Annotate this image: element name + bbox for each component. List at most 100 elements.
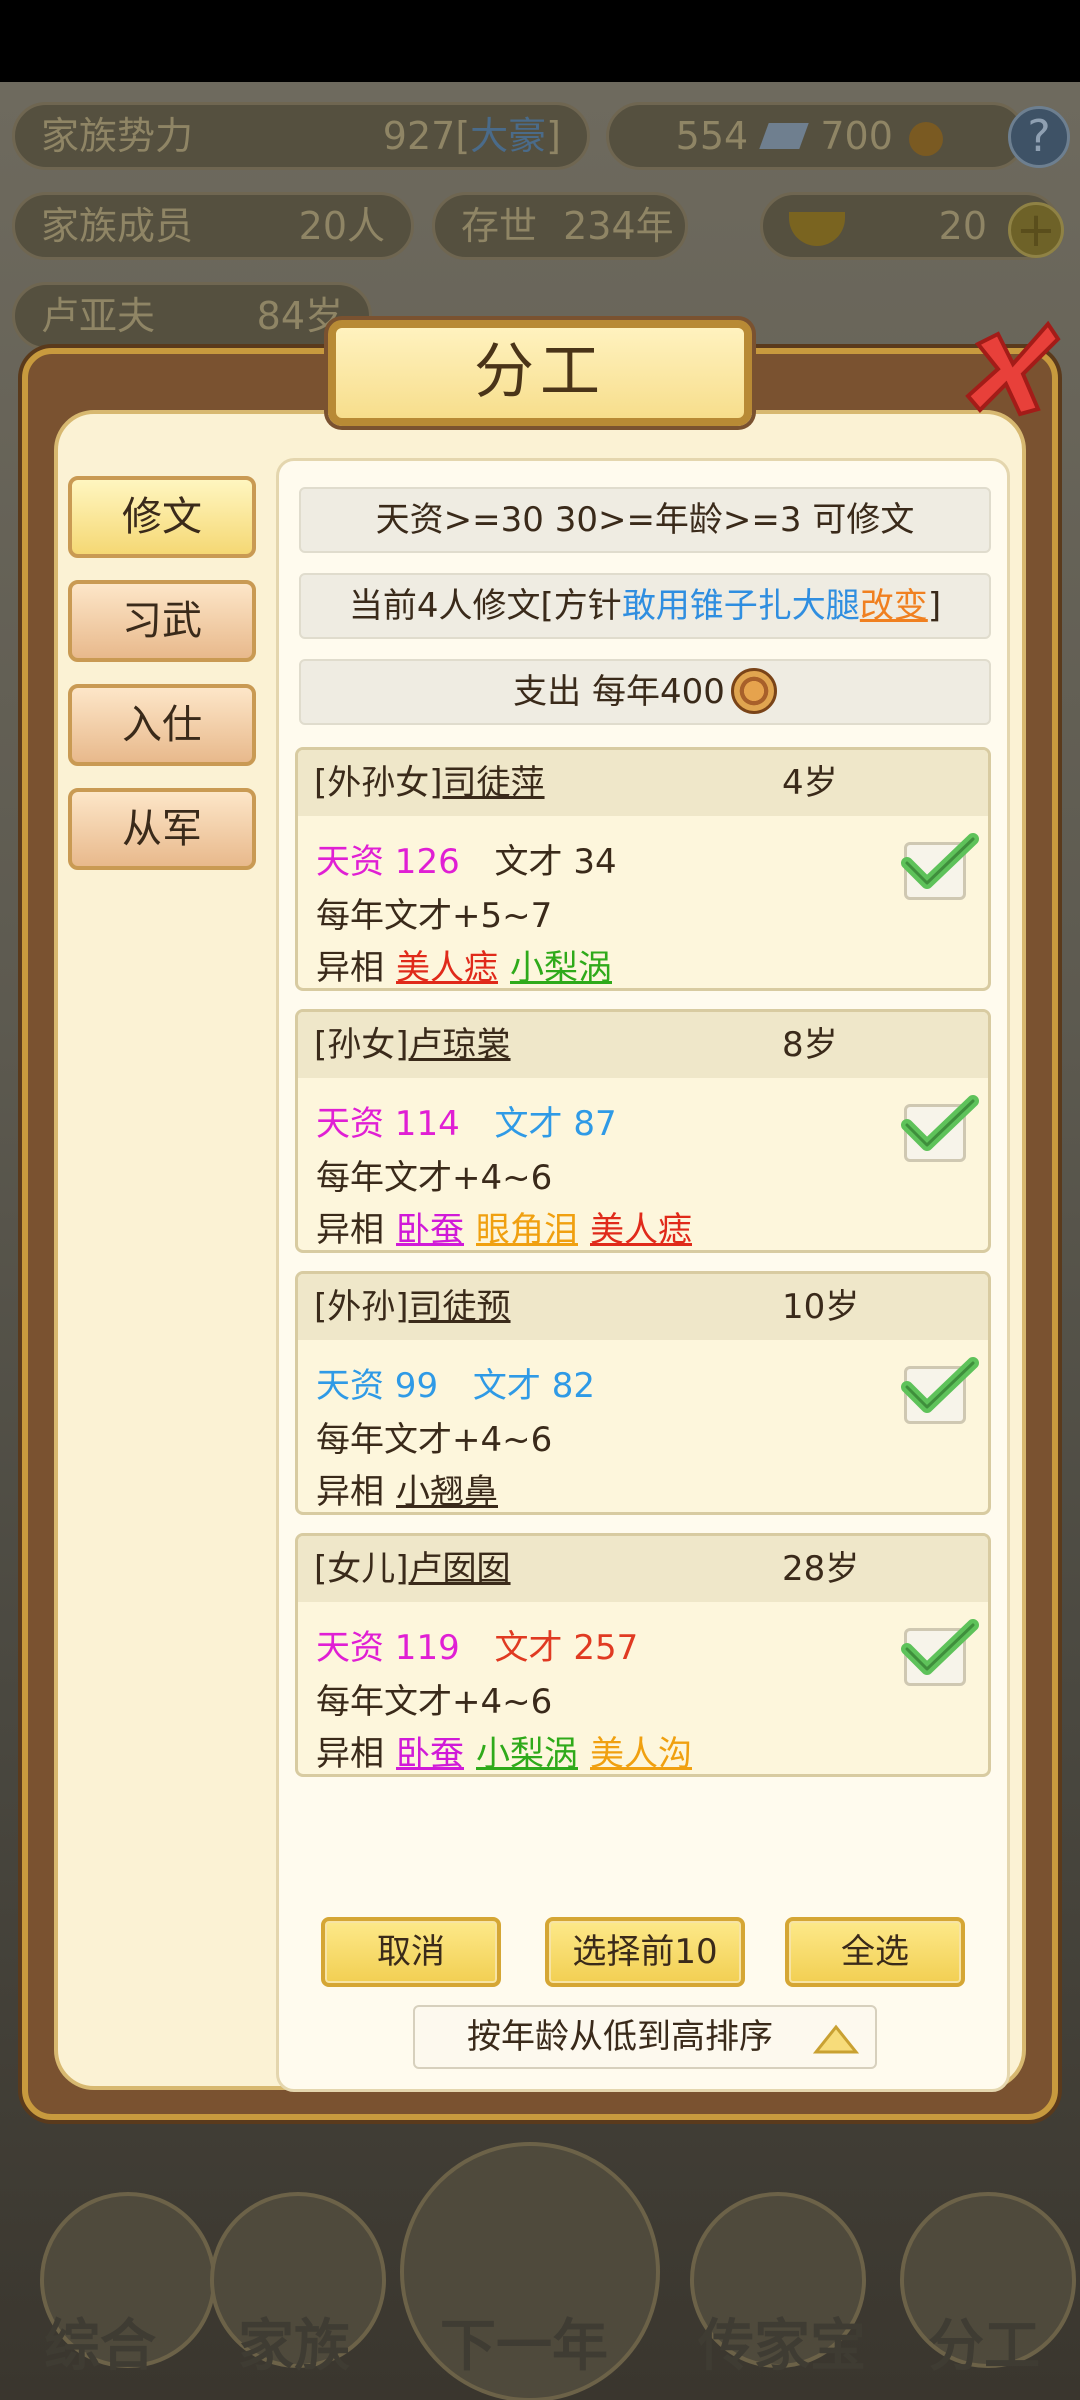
family-power-value: 927[ (382, 114, 471, 158)
member-checkbox[interactable] (901, 1619, 979, 1686)
tab-martial[interactable]: 习武 (68, 580, 256, 662)
family-power-pill: 家族势力 927[大豪] (12, 102, 590, 170)
member-name[interactable]: 卢囡囡 (409, 1549, 511, 1589)
trait-tag[interactable]: 卧蚕 (396, 1210, 464, 1250)
help-icon: ? (1027, 111, 1051, 162)
trait-tag[interactable]: 美人沟 (590, 1734, 692, 1774)
current-policy-bar: 当前4人修文[方针敢用锥子扎大腿改变] (299, 573, 991, 639)
coin-icon (730, 667, 777, 714)
member-literary: 文才 34 (494, 842, 617, 882)
member-traits-label: 异相 (316, 948, 384, 988)
check-icon (901, 833, 979, 889)
sort-toggle-button[interactable]: 按年龄从低到高排序 (413, 2005, 877, 2069)
member-name[interactable]: 司徒预 (409, 1287, 511, 1327)
content-panel: 天资>=30 30>=年龄>=3 可修文 当前4人修文[方针敢用锥子扎大腿改变]… (276, 458, 1010, 2092)
member-age: 10岁 (782, 1287, 860, 1327)
tab-officialdom[interactable]: 入仕 (68, 684, 256, 766)
member-growth: 每年文才+4~6 (316, 1158, 553, 1198)
close-icon (965, 320, 1061, 417)
close-button[interactable] (958, 314, 1064, 420)
trait-tag[interactable]: 卧蚕 (396, 1734, 464, 1774)
members-label: 家族成员 (41, 204, 194, 248)
nav-heirloom[interactable]: 传家宝 (698, 2301, 866, 2382)
triangle-up-icon (813, 2024, 859, 2054)
members-value: 20人 (298, 204, 385, 248)
member-checkbox[interactable] (901, 1357, 979, 1424)
trait-tag[interactable]: 小梨涡 (476, 1734, 578, 1774)
exist-pill: 存世 234年 (432, 192, 688, 260)
cancel-button[interactable]: 取消 (321, 1917, 501, 1987)
currency-pill: 554 700 (606, 102, 1026, 170)
gold-value: 20 (938, 204, 987, 248)
member-card: [外孙]司徒预 10岁 天资 99 文才 82 每年文才+4~6 异相 小翘鼻 (295, 1271, 991, 1515)
tab-military[interactable]: 从军 (68, 788, 256, 870)
member-card: [外孙女]司徒萍 4岁 天资 126 文才 34 每年文才+5~7 异相 美人痣小… (295, 747, 991, 991)
currency-value: 554 (675, 114, 749, 158)
check-icon (901, 1619, 979, 1675)
member-literary: 文才 87 (494, 1104, 617, 1144)
ticket-icon (759, 123, 810, 149)
trait-tag[interactable]: 眼角泪 (476, 1210, 578, 1250)
current-prefix: 当前4人修文[方针 (348, 586, 622, 626)
coin-icon (909, 121, 943, 156)
members-pill: 家族成员 20人 (12, 192, 414, 260)
member-name[interactable]: 司徒萍 (443, 763, 545, 803)
member-relation: [孙女] (314, 1025, 409, 1065)
member-literary: 文才 257 (494, 1628, 639, 1668)
expense-bar: 支出 每年400 (299, 659, 991, 725)
dialog-title: 分工 (328, 320, 752, 426)
tab-literature[interactable]: 修文 (68, 476, 256, 558)
trait-tag[interactable]: 美人痣 (396, 948, 498, 988)
member-literary: 文才 82 (472, 1366, 595, 1406)
trait-tag[interactable]: 小翘鼻 (396, 1472, 498, 1512)
member-relation: [外孙女] (314, 763, 443, 803)
select-top10-button[interactable]: 选择前10 (545, 1917, 745, 1987)
member-traits-label: 异相 (316, 1734, 384, 1774)
nav-division[interactable]: 分工 (928, 2301, 1040, 2382)
current-policy: 敢用锥子扎大腿 (621, 586, 860, 626)
trait-tag[interactable]: 小梨涡 (510, 948, 612, 988)
member-age: 8岁 (782, 1025, 838, 1065)
leader-pill: 卢亚夫 84岁 (12, 282, 372, 350)
member-aptitude: 天资 119 (316, 1628, 460, 1668)
add-gold-button[interactable]: + (1008, 202, 1064, 258)
nav-family[interactable]: 家族 (238, 2301, 350, 2382)
member-aptitude: 天资 126 (316, 842, 460, 882)
nav-next-year[interactable]: 下一年 (440, 2301, 608, 2382)
exist-label: 存世 (461, 204, 538, 248)
family-power-rank: 大豪 (470, 114, 547, 158)
member-checkbox[interactable] (901, 833, 979, 900)
nav-general[interactable]: 综合 (44, 2301, 156, 2382)
member-growth: 每年文才+4~6 (316, 1682, 553, 1722)
member-age: 28岁 (782, 1549, 860, 1589)
member-name[interactable]: 卢琼裳 (409, 1025, 511, 1065)
current-suffix: ] (927, 586, 942, 626)
change-policy-link[interactable]: 改变 (860, 586, 928, 626)
gold-ingot-icon (789, 211, 845, 246)
member-aptitude: 天资 99 (316, 1366, 439, 1406)
check-icon (901, 1095, 979, 1151)
requirement-bar: 天资>=30 30>=年龄>=3 可修文 (299, 487, 991, 553)
member-card: [女儿]卢囡囡 28岁 天资 119 文才 257 每年文才+4~6 异相 卧蚕小… (295, 1533, 991, 1777)
leader-name: 卢亚夫 (41, 294, 156, 338)
exist-value: 234年 (563, 204, 674, 248)
member-traits-label: 异相 (316, 1472, 384, 1512)
help-button[interactable]: ? (1008, 106, 1070, 168)
check-icon (901, 1357, 979, 1413)
member-checkbox[interactable] (901, 1095, 979, 1162)
member-relation: [外孙] (314, 1287, 409, 1327)
currency-value-2: 700 (820, 114, 893, 158)
family-power-close: ] (546, 114, 561, 158)
member-traits-label: 异相 (316, 1210, 384, 1250)
member-growth: 每年文才+5~7 (316, 896, 553, 936)
select-all-button[interactable]: 全选 (785, 1917, 965, 1987)
member-growth: 每年文才+4~6 (316, 1420, 553, 1460)
sort-label: 按年龄从低到高排序 (467, 2017, 773, 2057)
family-power-label: 家族势力 (41, 114, 194, 158)
trait-tag[interactable]: 美人痣 (590, 1210, 692, 1250)
member-aptitude: 天资 114 (316, 1104, 460, 1144)
member-age: 4岁 (782, 763, 838, 803)
member-card: [孙女]卢琼裳 8岁 天资 114 文才 87 每年文才+4~6 异相 卧蚕 眼角泪… (295, 1009, 991, 1253)
expense-text: 支出 每年400 (513, 672, 725, 712)
member-relation: [女儿] (314, 1549, 409, 1589)
